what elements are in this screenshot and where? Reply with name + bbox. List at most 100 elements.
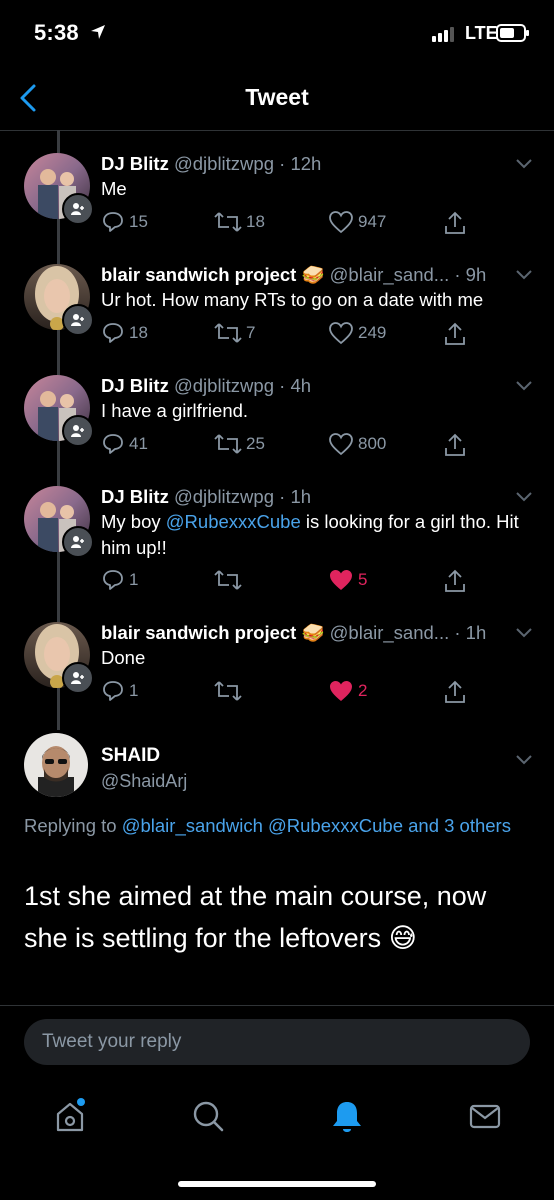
replying-mentions-link[interactable]: @blair_sandwich @RubexxxCube and 3 other… — [122, 815, 511, 836]
search-icon[interactable] — [188, 1096, 228, 1136]
replying-to: Replying to @blair_sandwich @RubexxxCube… — [24, 812, 524, 839]
like-action[interactable]: 800 — [328, 432, 386, 456]
reply-action[interactable]: 1 — [101, 679, 138, 703]
notifications-bell-icon[interactable] — [327, 1096, 367, 1136]
reply-action[interactable]: 41 — [101, 432, 148, 456]
retweet-count: 25 — [246, 434, 265, 453]
thread-connector — [57, 130, 60, 153]
chevron-down-icon[interactable] — [514, 268, 534, 282]
reply-input[interactable]: Tweet your reply — [24, 1019, 530, 1065]
follow-badge-icon — [62, 304, 94, 336]
display-name[interactable]: DJ Blitz — [101, 375, 169, 396]
share-action[interactable] — [443, 432, 471, 458]
tweet-header: DJ Blitz @djblitzwpg · 12h — [101, 153, 321, 175]
share-action[interactable] — [443, 679, 471, 705]
retweet-action[interactable]: 25 — [214, 432, 265, 456]
retweet-action[interactable] — [214, 568, 246, 592]
heart-icon — [329, 433, 353, 456]
page-title: Tweet — [245, 84, 309, 110]
reply-action[interactable]: 1 — [101, 568, 138, 592]
retweet-icon — [214, 681, 242, 701]
like-action[interactable]: 5 — [328, 568, 367, 592]
thread-tweet[interactable]: blair sandwich project 🥪 @blair_sand... … — [0, 264, 554, 356]
main-text-content: 1st she aimed at the main course, now sh… — [24, 881, 487, 953]
reply-count: 1 — [129, 570, 139, 589]
main-display-name[interactable]: SHAID — [101, 745, 160, 767]
share-icon — [445, 569, 465, 592]
follow-badge-icon — [62, 415, 94, 447]
like-action[interactable]: 249 — [328, 321, 386, 345]
display-name[interactable]: blair sandwich project — [101, 622, 296, 643]
network-type: LTE — [465, 23, 498, 43]
tweet-text: Ur hot. How many RTs to go on a date wit… — [101, 289, 484, 310]
handle-time: @blair_sand... · 1h — [329, 622, 487, 643]
heart-icon — [329, 211, 353, 234]
retweet-action[interactable]: 7 — [214, 321, 255, 345]
handle-time: @blair_sand... · 9h — [329, 264, 487, 285]
tweet-text: My boy @RubexxxCube is looking for a gir… — [101, 509, 531, 561]
chevron-down-icon[interactable] — [514, 490, 534, 504]
sandwich-emoji: 🥪 — [301, 264, 325, 285]
thread-tweet[interactable]: DJ Blitz @djblitzwpg · 4h I have a girlf… — [0, 375, 554, 467]
share-icon — [445, 322, 465, 345]
status-time: 5:38 — [34, 20, 79, 45]
navigation-bar: Tweet — [0, 66, 554, 131]
reply-icon — [103, 212, 123, 232]
reply-icon — [103, 570, 123, 590]
share-action[interactable] — [443, 568, 471, 594]
retweet-icon — [214, 570, 242, 590]
share-icon — [445, 680, 465, 703]
tab-bar — [0, 1080, 554, 1150]
handle-time: @djblitzwpg · 4h — [173, 375, 312, 396]
reply-count: 15 — [129, 212, 148, 231]
reply-count: 1 — [129, 681, 139, 700]
tweet-header: blair sandwich project 🥪 @blair_sand... … — [101, 622, 486, 644]
status-bar: 5:38 LTE — [0, 0, 554, 66]
chevron-down-icon[interactable] — [514, 626, 534, 640]
display-name[interactable]: blair sandwich project — [101, 264, 296, 285]
share-action[interactable] — [443, 210, 471, 236]
location-arrow-icon — [91, 25, 105, 39]
retweet-action[interactable] — [214, 679, 246, 703]
retweet-count: 18 — [246, 212, 265, 231]
thread-tweet[interactable]: DJ Blitz @djblitzwpg · 1h My boy @Rubexx… — [0, 486, 554, 606]
sweat-smile-emoji: 😅 — [388, 923, 417, 953]
like-count: 947 — [358, 212, 387, 231]
like-action[interactable]: 2 — [328, 679, 367, 703]
chevron-down-icon[interactable] — [514, 157, 534, 171]
tweet-header: DJ Blitz @djblitzwpg · 4h — [101, 375, 311, 397]
reply-icon — [103, 434, 123, 454]
reply-count: 41 — [129, 434, 148, 453]
tweet-header: DJ Blitz @djblitzwpg · 1h — [101, 486, 311, 508]
chevron-down-icon[interactable] — [514, 379, 534, 393]
thread-tweet[interactable]: DJ Blitz @djblitzwpg · 12h Me 15 18 947 — [0, 153, 554, 245]
sandwich-emoji: 🥪 — [301, 622, 325, 643]
reply-action[interactable]: 18 — [101, 321, 148, 345]
share-icon — [445, 211, 465, 234]
reply-action[interactable]: 15 — [101, 210, 148, 234]
heart-filled-icon — [330, 681, 352, 701]
home-icon[interactable] — [50, 1096, 90, 1136]
like-count: 800 — [358, 434, 387, 453]
text-segment: My boy — [101, 511, 166, 532]
retweet-action[interactable]: 18 — [214, 210, 265, 234]
thread-tweet[interactable]: blair sandwich project 🥪 @blair_sand... … — [0, 622, 554, 714]
display-name[interactable]: DJ Blitz — [101, 486, 169, 507]
main-handle[interactable]: @ShaidArj — [101, 771, 187, 792]
tweet-header: blair sandwich project 🥪 @blair_sand... … — [101, 264, 486, 286]
like-count: 5 — [358, 570, 368, 589]
mention-link[interactable]: @RubexxxCube — [166, 511, 301, 532]
tweet-text: Done — [101, 647, 146, 668]
chevron-down-icon[interactable] — [514, 753, 534, 767]
main-avatar[interactable] — [24, 733, 88, 797]
replying-prefix: Replying to — [24, 815, 122, 836]
like-action[interactable]: 947 — [328, 210, 386, 234]
messages-envelope-icon[interactable] — [465, 1096, 505, 1136]
cellular-signal-icon — [432, 27, 454, 42]
tweet-text: I have a girlfriend. — [101, 400, 249, 421]
home-indicator[interactable] — [178, 1181, 376, 1187]
reply-icon — [103, 323, 123, 343]
share-action[interactable] — [443, 321, 471, 347]
retweet-icon — [214, 212, 242, 232]
display-name[interactable]: DJ Blitz — [101, 153, 169, 174]
